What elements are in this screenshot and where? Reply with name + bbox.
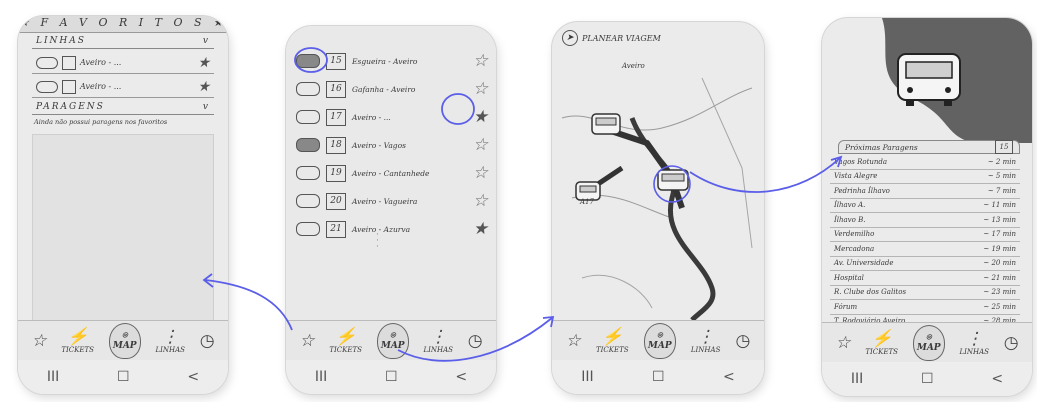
highlight-circle bbox=[294, 47, 328, 73]
flow-arrow bbox=[689, 157, 841, 193]
flow-arrow bbox=[397, 317, 553, 362]
flow-arrow bbox=[204, 279, 293, 331]
annotation-overlay bbox=[202, 47, 843, 362]
highlight-circle bbox=[441, 93, 475, 125]
